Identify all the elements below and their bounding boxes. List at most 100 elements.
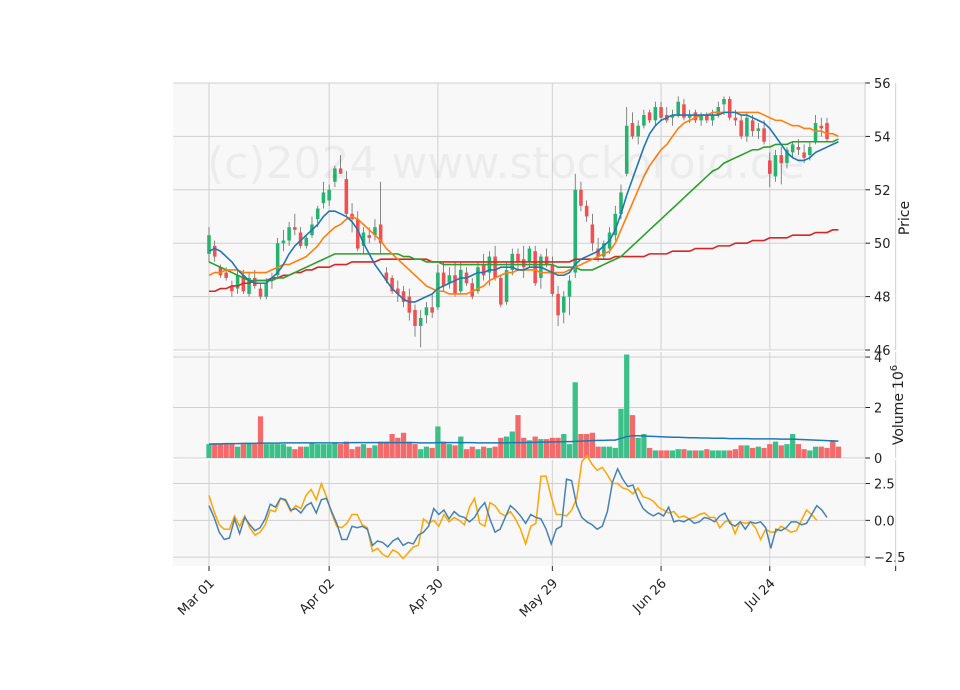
volume-bar — [606, 446, 613, 458]
volume-bar — [669, 450, 676, 458]
volume-bar — [704, 449, 710, 458]
candle-body — [430, 307, 434, 313]
volume-bar — [349, 449, 355, 458]
candle-body — [504, 269, 509, 302]
volume-tick-label: 0 — [874, 452, 882, 467]
volume-bar — [240, 444, 246, 458]
volume-bar — [429, 447, 435, 458]
volume-bar — [675, 449, 681, 458]
volume-bar — [360, 444, 367, 458]
oscillator-tick-label: 2.5 — [874, 478, 895, 493]
volume-bar — [412, 444, 418, 458]
volume-bar — [406, 441, 412, 458]
volume-bar — [378, 441, 384, 458]
price-tick-label: 54 — [874, 130, 891, 145]
candle-body — [499, 277, 503, 305]
volume-bar — [263, 444, 269, 458]
volume-bar — [830, 440, 836, 458]
volume-bar — [549, 437, 555, 458]
volume-bar — [246, 442, 252, 458]
volume-bar — [738, 445, 744, 458]
candle-body — [636, 125, 640, 137]
x-tick-label: May 29 — [517, 576, 561, 620]
volume-axis-label-text: Volume — [891, 393, 907, 445]
volume-bar — [692, 450, 699, 458]
volume-bar — [749, 447, 756, 458]
volume-bar — [709, 450, 716, 458]
volume-bar — [395, 437, 401, 458]
volume-bar — [389, 434, 395, 458]
candle-body — [521, 259, 526, 268]
candle-body — [527, 248, 532, 262]
candle-body — [756, 128, 761, 132]
price-background — [173, 83, 865, 350]
volume-bar — [658, 450, 664, 458]
volume-bar — [801, 449, 807, 458]
volume-bar — [446, 444, 452, 458]
volume-bar — [400, 432, 407, 458]
candle-body — [315, 208, 320, 220]
volume-bar — [721, 450, 727, 458]
volume-bar — [601, 446, 607, 458]
candle-body — [327, 189, 331, 201]
volume-bar — [269, 444, 275, 458]
volume-bar — [744, 445, 750, 458]
volume-bar — [795, 444, 802, 458]
candle-body — [647, 112, 652, 121]
volume-bar — [423, 446, 430, 458]
volume-bar — [772, 441, 779, 458]
volume-bar — [469, 446, 475, 458]
volume-bar — [589, 432, 596, 458]
volume-bar — [664, 450, 670, 458]
candle-body — [567, 280, 572, 297]
volume-bar — [372, 445, 378, 458]
volume-bar — [206, 444, 212, 458]
volume-bar — [698, 450, 704, 458]
volume-bar — [212, 444, 218, 458]
candle-body — [293, 227, 297, 230]
candle-body — [413, 309, 417, 326]
candle-body — [459, 269, 463, 292]
volume-axis-label-unit: 10 — [891, 371, 907, 389]
candle-body — [424, 307, 429, 316]
volume-bar — [641, 434, 647, 458]
volume-bar — [578, 434, 584, 458]
price-tick-label: 50 — [874, 237, 891, 252]
candle-body — [321, 192, 326, 204]
candle-body — [808, 147, 812, 156]
x-tick-label: Apr 02 — [297, 576, 338, 617]
volume-bar — [498, 437, 504, 458]
candle-body — [281, 240, 286, 244]
candle-body — [224, 272, 228, 278]
candle-body — [825, 123, 829, 140]
candle-body — [705, 115, 709, 121]
volume-bar — [332, 442, 338, 458]
candle-body — [733, 117, 738, 121]
volume-bar — [561, 434, 567, 458]
volume-bar — [355, 446, 361, 458]
volume-bar — [320, 444, 327, 458]
candle-body — [722, 99, 726, 105]
volume-bar — [292, 449, 298, 458]
candle-body — [676, 101, 680, 116]
volume-bar — [229, 444, 235, 458]
volume-axis-label-exponent: 6 — [889, 365, 900, 371]
volume-bar — [681, 449, 687, 458]
volume-bar — [584, 434, 590, 458]
candle-body — [630, 123, 635, 137]
candle-body — [819, 125, 824, 129]
candle-body — [418, 317, 423, 326]
x-tick-label: Mar 01 — [175, 576, 218, 619]
candle-body — [304, 237, 309, 246]
price-panel: 464850525456 — [173, 77, 897, 359]
price-tick-label: 48 — [874, 291, 891, 306]
volume-bar — [503, 436, 510, 458]
candle-body — [544, 256, 549, 265]
volume-bar — [492, 446, 498, 458]
candle-body — [453, 275, 457, 294]
volume-bar — [555, 437, 561, 458]
volume-tick-label: 4 — [874, 351, 882, 366]
volume-bar — [618, 408, 624, 458]
candle-body — [745, 117, 749, 137]
price-axis-label: Price — [897, 201, 913, 235]
